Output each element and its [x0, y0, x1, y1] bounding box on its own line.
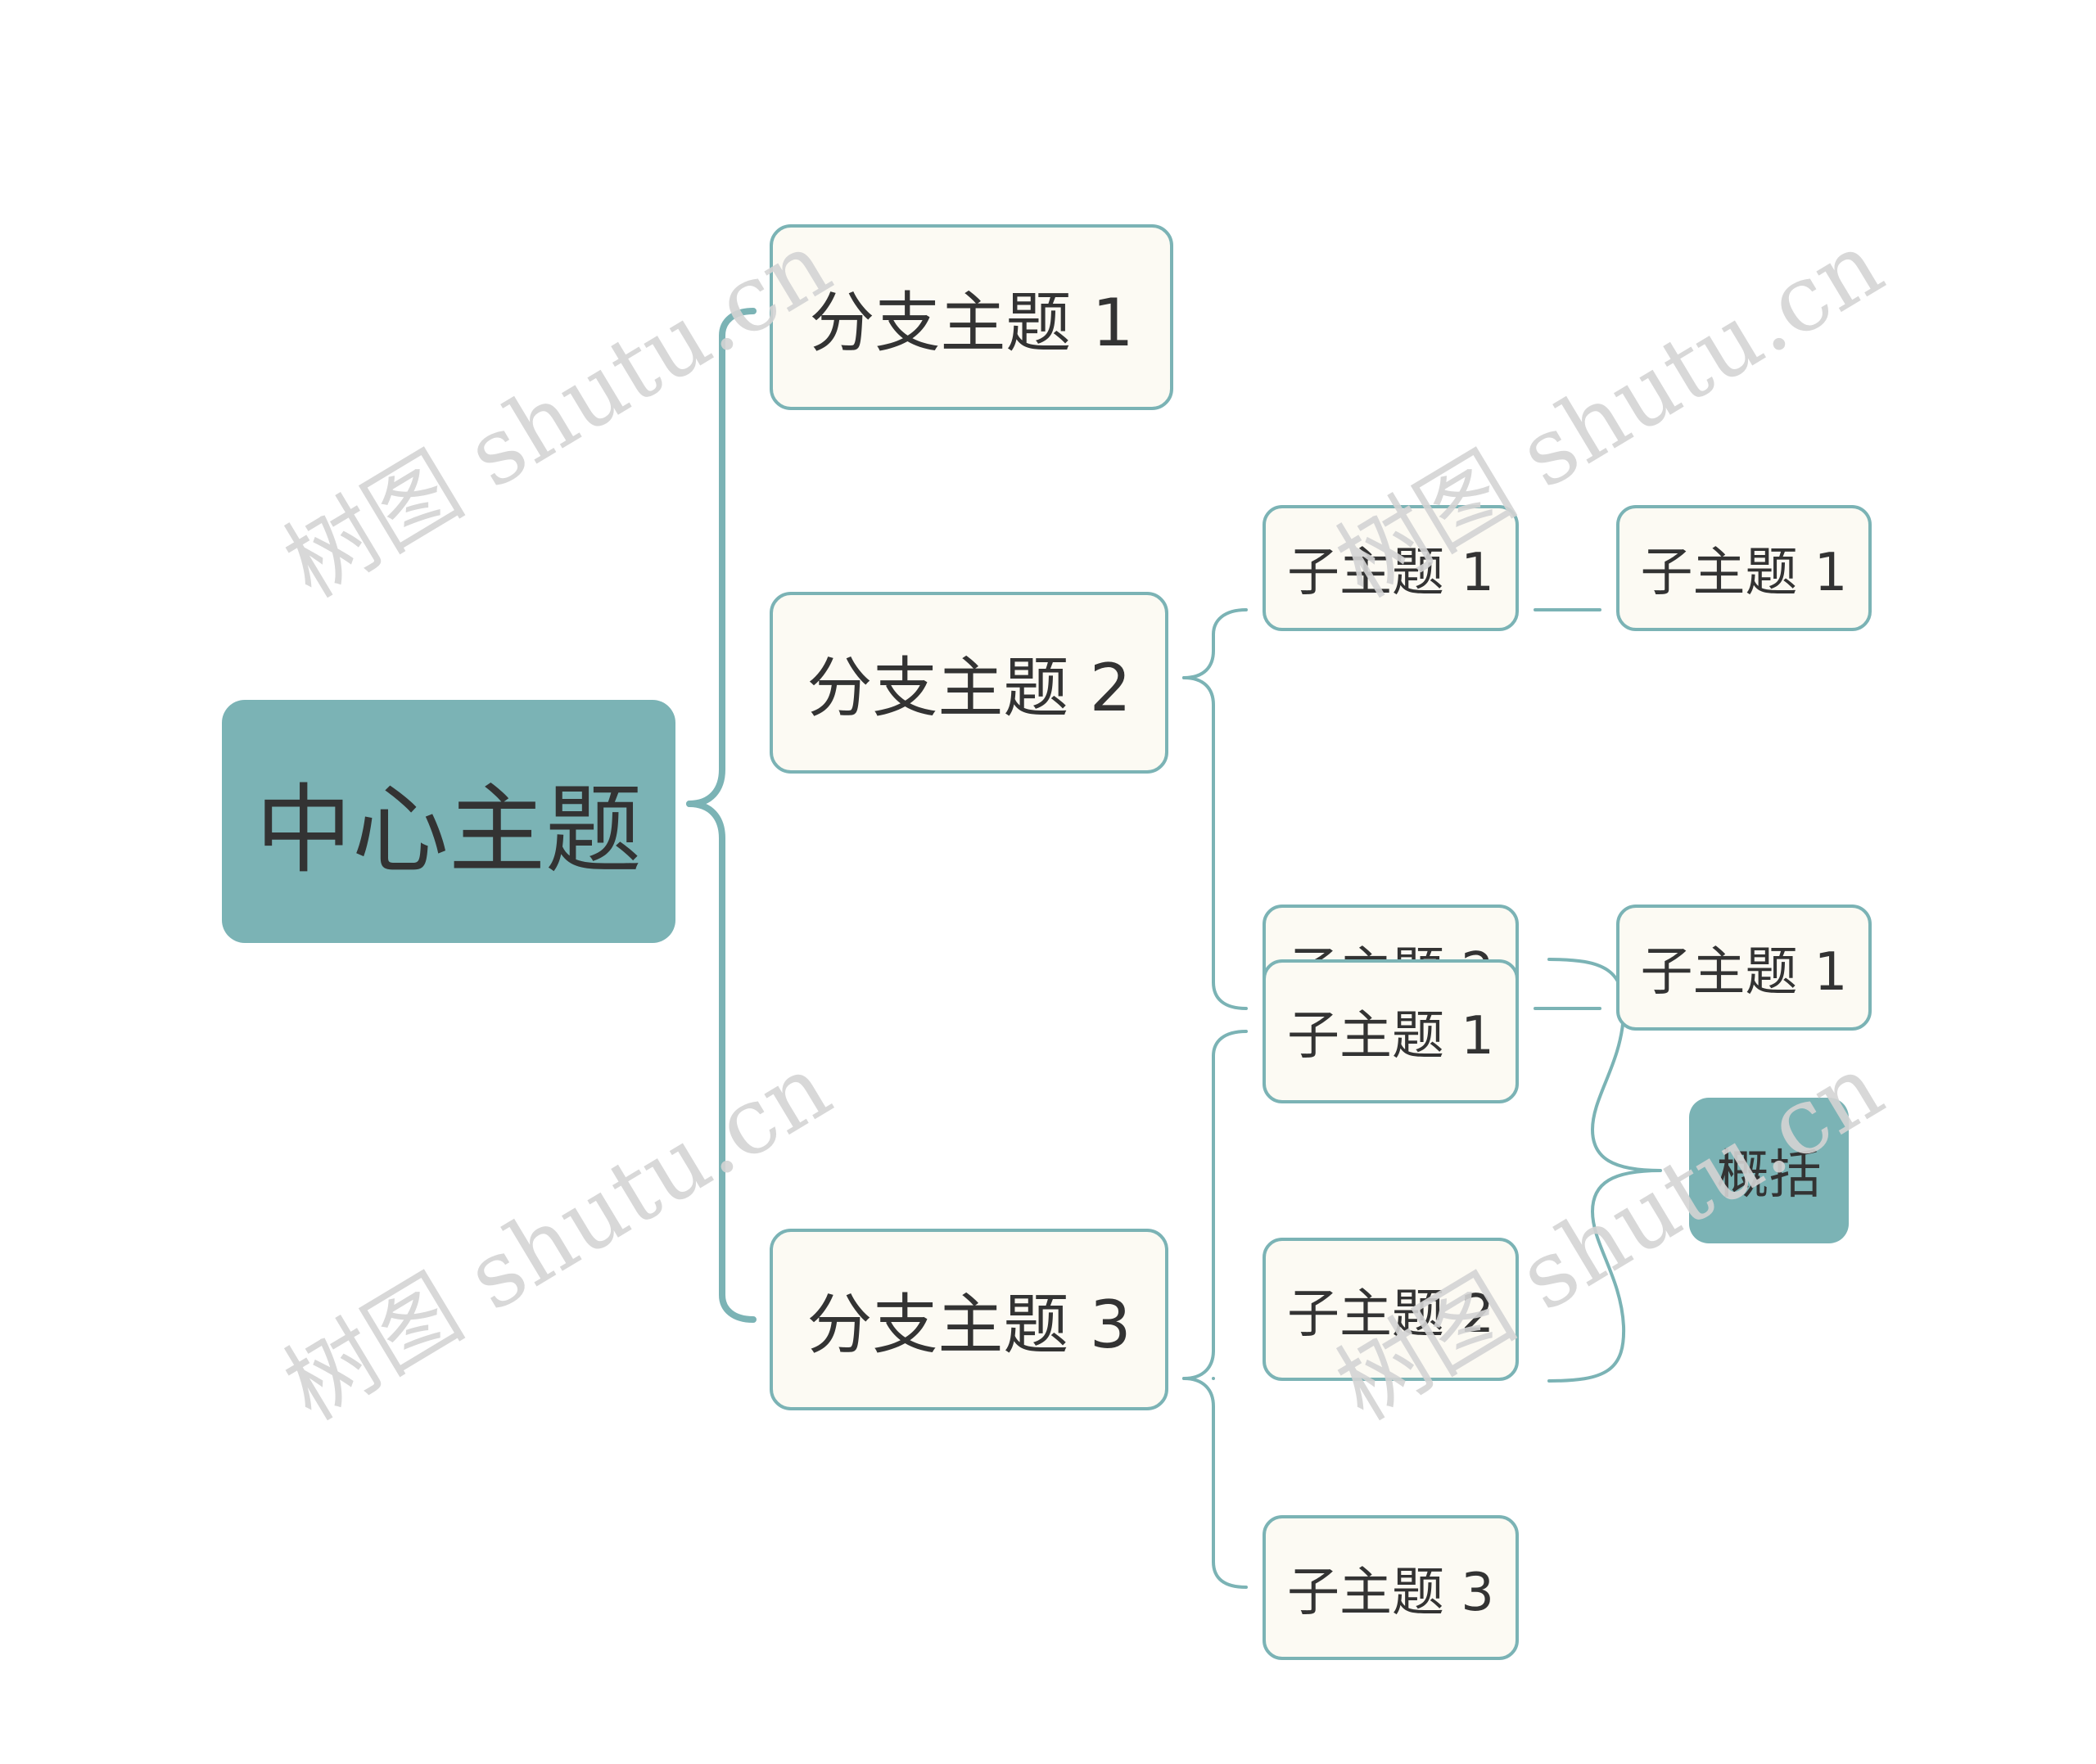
- subtopic-label: 子主题 1: [1640, 942, 1848, 1003]
- central-topic-label: 中心主题: [255, 774, 642, 887]
- connector-branch3-sub3: [1182, 1377, 1248, 1589]
- mind-map-canvas: 中心主题 分支主题 1 分支主题 2 分支主题 3 子主题 1 子主题 1 子主…: [0, 0, 2096, 1764]
- connector-central-branch3: [686, 801, 757, 1323]
- summary-topic[interactable]: 概括: [1689, 1098, 1849, 1243]
- summary-label: 概括: [1716, 1145, 1822, 1206]
- connector-branch2-sub2: [1182, 676, 1248, 1010]
- branch-topic-label: 分支主题 2: [806, 650, 1132, 726]
- branch-topic-label: 分支主题 3: [806, 1287, 1132, 1363]
- subtopic-b3-3[interactable]: 子主题 3: [1263, 1515, 1519, 1660]
- branch-topic-label: 分支主题 1: [809, 284, 1134, 361]
- subtopic-b3-2[interactable]: 子主题 2: [1263, 1238, 1519, 1381]
- connector-branch2-sub1: [1182, 608, 1248, 679]
- connector-branch3-sub1: [1182, 1030, 1248, 1380]
- branch-topic-1[interactable]: 分支主题 1: [770, 224, 1173, 410]
- connector-central-branch1: [686, 308, 757, 807]
- subtopic-label: 子主题 1: [1286, 1006, 1495, 1067]
- subtopic-label: 子主题 1: [1640, 543, 1848, 603]
- branch-topic-3[interactable]: 分支主题 3: [770, 1229, 1168, 1410]
- central-topic[interactable]: 中心主题: [222, 700, 675, 943]
- subtopic-b2-1[interactable]: 子主题 1: [1263, 505, 1519, 631]
- subtopic-label: 子主题 1: [1286, 543, 1495, 603]
- branch-topic-2[interactable]: 分支主题 2: [770, 592, 1168, 774]
- subtopic-b3-1[interactable]: 子主题 1: [1263, 959, 1519, 1103]
- subtopic-label: 子主题 2: [1286, 1284, 1495, 1345]
- subtopic-b2-1-child[interactable]: 子主题 1: [1616, 505, 1872, 631]
- subtopic-label: 子主题 3: [1286, 1562, 1495, 1623]
- subtopic-b2-2-child[interactable]: 子主题 1: [1616, 905, 1872, 1031]
